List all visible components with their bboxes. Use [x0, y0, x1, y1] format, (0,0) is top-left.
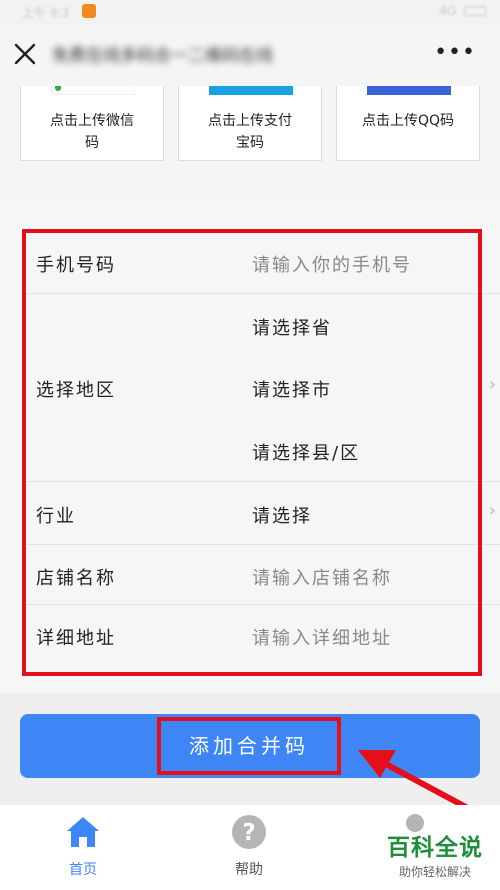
home-icon: [67, 817, 99, 847]
svg-text:?: ?: [242, 820, 255, 846]
address-input[interactable]: 请输入详细地址: [252, 624, 392, 650]
chevron-right-icon: ›: [488, 374, 496, 395]
industry-select[interactable]: 请选择: [252, 502, 312, 528]
status-indicators: 4G: [439, 4, 486, 18]
status-bar: 上午 9:3 4G: [0, 0, 500, 24]
qq-pay-thumbnail: [367, 86, 451, 95]
close-icon[interactable]: [12, 41, 38, 67]
upload-wechat-label: 点击上传微信码: [50, 113, 134, 151]
help-icon: ?: [232, 815, 266, 849]
tab-home-label: 首页: [69, 862, 97, 878]
add-merged-code-label[interactable]: 添加合并码: [157, 717, 341, 775]
upload-alipay-card[interactable]: 点击上传支付宝码: [178, 86, 322, 161]
phone-row: 手机号码 请输入你的手机号: [24, 233, 500, 294]
alipay-thumbnail: [209, 86, 293, 95]
upload-alipay-label: 点击上传支付宝码: [208, 113, 292, 151]
app-notification-icon: [82, 4, 96, 18]
battery-icon: [464, 6, 486, 16]
industry-label: 行业: [36, 506, 76, 527]
more-menu-button[interactable]: •••: [434, 40, 476, 65]
tab-home[interactable]: 首页: [0, 805, 166, 890]
status-time: 上午 9:3: [22, 6, 70, 20]
upload-qq-label: 点击上传QQ码: [361, 113, 455, 129]
phone-input[interactable]: 请输入你的手机号: [252, 251, 412, 277]
upload-wechat-card[interactable]: 点击上传微信码: [20, 86, 164, 161]
tab-help-label: 帮助: [235, 862, 263, 878]
watermark-subtitle: 助你轻松解决: [398, 865, 471, 879]
shop-name-row: 店铺名称 请输入店铺名称: [24, 545, 500, 605]
industry-row[interactable]: 行业 请选择 ›: [24, 482, 500, 545]
address-label: 详细地址: [36, 628, 116, 649]
nav-bar: 免费在线多码合一二维码在线 •••: [0, 24, 500, 86]
upload-section: 点击上传微信码 点击上传支付宝码 点击上传QQ码: [0, 86, 500, 201]
province-select[interactable]: 请选择省: [252, 314, 332, 340]
address-row: 详细地址 请输入详细地址: [24, 605, 500, 665]
county-select[interactable]: 请选择县/区: [252, 439, 360, 465]
merchant-form: 手机号码 请输入你的手机号 选择地区 请选择省 请选择市 请选择县/区 › 行业…: [0, 201, 500, 693]
phone-label: 手机号码: [36, 255, 116, 276]
tab-help[interactable]: ? 帮助: [166, 805, 332, 890]
chevron-right-icon: ›: [488, 500, 496, 521]
watermark-title: 百科全说: [387, 835, 483, 861]
shop-name-input[interactable]: 请输入店铺名称: [252, 564, 392, 590]
network-label: 4G: [439, 4, 457, 18]
region-row: 选择地区 请选择省 请选择市 请选择县/区 ›: [24, 294, 500, 482]
watermark: 百科全说 助你轻松解决: [380, 828, 490, 880]
city-select[interactable]: 请选择市: [252, 376, 332, 402]
wechat-pay-thumbnail: [51, 86, 135, 95]
page-title: 免费在线多码合一二维码在线: [52, 46, 273, 66]
shop-name-label: 店铺名称: [36, 568, 116, 589]
region-label: 选择地区: [36, 380, 116, 401]
upload-qq-card[interactable]: 点击上传QQ码: [336, 86, 480, 161]
